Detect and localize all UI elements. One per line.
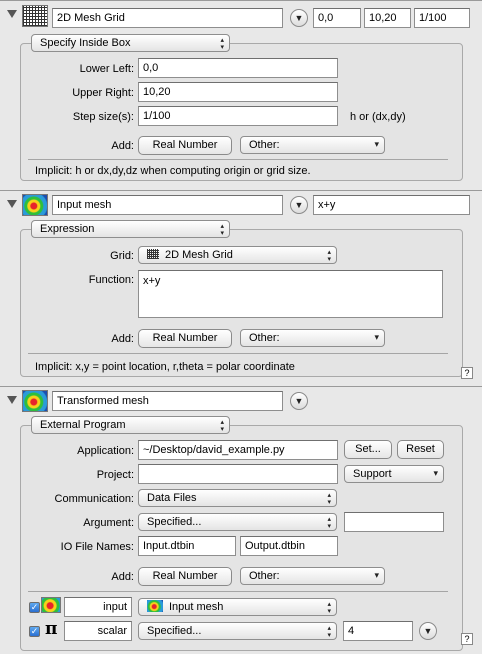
panel-input-mesh: Input mesh ▼ x+y Expression Grid: 2D Mes… bbox=[0, 190, 482, 382]
divider bbox=[28, 591, 448, 592]
scalar-checkbox[interactable]: ✓ bbox=[29, 626, 40, 637]
help-icon[interactable]: ? bbox=[461, 367, 473, 379]
input-source-value: Input mesh bbox=[169, 601, 224, 613]
lower-left-label: Lower Left: bbox=[79, 63, 134, 75]
object-name-field[interactable]: 2D Mesh Grid bbox=[52, 8, 283, 28]
other-popup[interactable]: Other: bbox=[240, 136, 385, 154]
panel-transformed-mesh: Transformed mesh ▼ External Program Appl… bbox=[0, 386, 482, 654]
other-popup[interactable]: Other: bbox=[240, 567, 385, 585]
object-name-field[interactable]: Input mesh bbox=[52, 195, 283, 215]
add-label: Add: bbox=[111, 333, 134, 345]
set-button[interactable]: Set... bbox=[344, 440, 392, 459]
lower-left-field[interactable]: 0,0 bbox=[138, 58, 338, 78]
panel-2d-mesh-grid: 2D Mesh Grid ▼ 0,0 10,20 1/100 Specify I… bbox=[0, 0, 482, 186]
mode-popup[interactable]: External Program bbox=[31, 416, 230, 434]
chevron-down-icon[interactable]: ▼ bbox=[419, 622, 437, 640]
add-real-number-button[interactable]: Real Number bbox=[138, 567, 232, 586]
grid-label: Grid: bbox=[110, 250, 134, 262]
argument-extra-field[interactable] bbox=[344, 512, 444, 532]
function-field[interactable]: x+y bbox=[138, 270, 443, 318]
project-field[interactable] bbox=[138, 464, 338, 484]
mode-popup[interactable]: Expression bbox=[31, 220, 230, 238]
io-input-field[interactable]: Input.dtbin bbox=[138, 536, 236, 556]
step-size-hint: h or (dx,dy) bbox=[350, 111, 406, 123]
pi-icon: π bbox=[45, 619, 58, 639]
help-icon[interactable]: ? bbox=[461, 633, 473, 645]
heatmap-icon bbox=[22, 194, 48, 216]
scalar-source-popup[interactable]: Specified... bbox=[138, 622, 337, 640]
project-label: Project: bbox=[96, 469, 134, 481]
upper-right-label: Upper Right: bbox=[72, 87, 134, 99]
summary-expression-field[interactable]: x+y bbox=[313, 195, 470, 215]
implicit-hint: Implicit: h or dx,dy,dz when computing o… bbox=[35, 165, 311, 177]
divider bbox=[28, 159, 448, 160]
grid-icon bbox=[147, 249, 159, 259]
io-output-field[interactable]: Output.dtbin bbox=[240, 536, 338, 556]
argument-label: Argument: bbox=[83, 517, 134, 529]
chevron-down-icon[interactable]: ▼ bbox=[290, 9, 308, 27]
communication-label: Communication: bbox=[54, 493, 134, 505]
grid-popup[interactable]: 2D Mesh Grid bbox=[138, 246, 337, 264]
application-field[interactable]: ~/Desktop/david_example.py bbox=[138, 440, 338, 460]
disclosure-triangle-icon[interactable] bbox=[7, 200, 17, 208]
disclosure-triangle-icon[interactable] bbox=[7, 396, 17, 404]
grid-icon bbox=[22, 5, 48, 27]
summary-step-field[interactable]: 1/100 bbox=[414, 8, 470, 28]
object-name-field[interactable]: Transformed mesh bbox=[52, 391, 283, 411]
heatmap-icon bbox=[147, 600, 163, 612]
scalar-name-field[interactable]: scalar bbox=[64, 621, 132, 641]
scalar-value-field[interactable]: 4 bbox=[343, 621, 413, 641]
input-name-field[interactable]: input bbox=[64, 597, 132, 617]
reset-button[interactable]: Reset bbox=[397, 440, 444, 459]
application-label: Application: bbox=[77, 445, 134, 457]
step-size-label: Step size(s): bbox=[72, 111, 134, 123]
io-file-names-label: IO File Names: bbox=[60, 541, 134, 553]
add-real-number-button[interactable]: Real Number bbox=[138, 329, 232, 348]
step-size-field[interactable]: 1/100 bbox=[138, 106, 338, 126]
upper-right-field[interactable]: 10,20 bbox=[138, 82, 338, 102]
support-popup[interactable]: Support bbox=[344, 465, 444, 483]
mode-popup[interactable]: Specify Inside Box bbox=[31, 34, 230, 52]
chevron-down-icon[interactable]: ▼ bbox=[290, 196, 308, 214]
argument-popup[interactable]: Specified... bbox=[138, 513, 337, 531]
other-popup[interactable]: Other: bbox=[240, 329, 385, 347]
grid-popup-value: 2D Mesh Grid bbox=[165, 249, 233, 261]
summary-upper-right-field[interactable]: 10,20 bbox=[364, 8, 411, 28]
disclosure-triangle-icon[interactable] bbox=[7, 10, 17, 18]
implicit-hint: Implicit: x,y = point location, r,theta … bbox=[35, 361, 295, 373]
add-label: Add: bbox=[111, 140, 134, 152]
heatmap-icon bbox=[22, 390, 48, 412]
chevron-down-icon[interactable]: ▼ bbox=[290, 392, 308, 410]
input-source-popup[interactable]: Input mesh bbox=[138, 598, 337, 616]
divider bbox=[28, 353, 448, 354]
add-real-number-button[interactable]: Real Number bbox=[138, 136, 232, 155]
heatmap-icon bbox=[41, 597, 61, 613]
add-label: Add: bbox=[111, 571, 134, 583]
communication-popup[interactable]: Data Files bbox=[138, 489, 337, 507]
function-label: Function: bbox=[88, 274, 134, 286]
summary-lower-left-field[interactable]: 0,0 bbox=[313, 8, 361, 28]
input-checkbox[interactable]: ✓ bbox=[29, 602, 40, 613]
